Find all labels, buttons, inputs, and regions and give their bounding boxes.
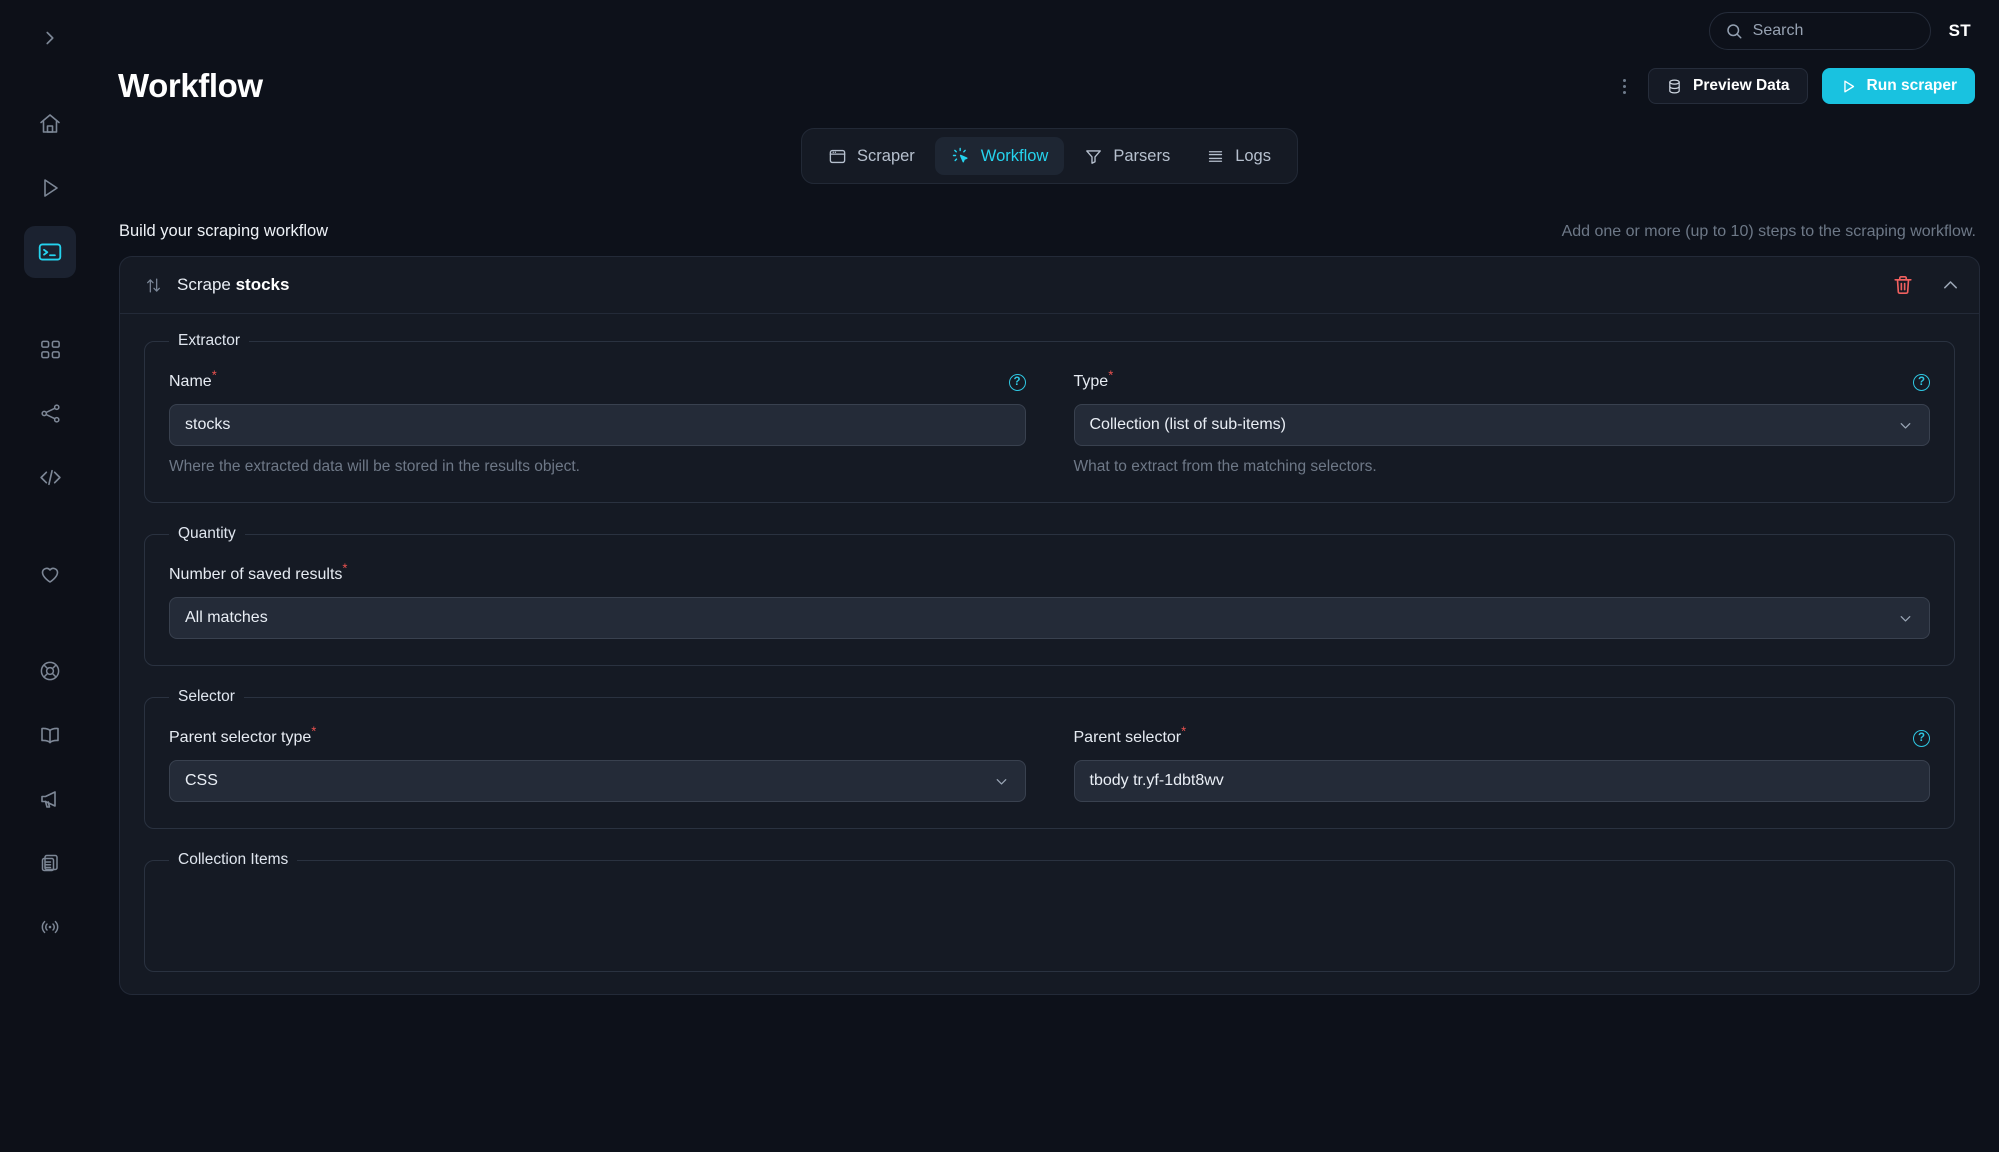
collection-items-legend: Collection Items — [178, 851, 289, 868]
play-icon — [1840, 78, 1857, 95]
tab-scraper-label: Scraper — [857, 146, 915, 165]
delete-step-icon[interactable] — [1892, 274, 1914, 296]
parent-selector-help-icon[interactable]: ? — [1913, 729, 1930, 747]
tab-parsers[interactable]: Parsers — [1068, 137, 1186, 175]
parent-selector-label: Parent selector* — [1073, 723, 1187, 746]
extractor-name-help-icon[interactable]: ? — [1008, 373, 1026, 391]
search-icon — [1725, 22, 1743, 40]
tab-workflow-label: Workflow — [980, 146, 1049, 165]
sidebar-item-api[interactable] — [24, 451, 76, 503]
app-root: Search ST Workflow Preview Data Run scra… — [0, 0, 1999, 1152]
saved-results-field: Number of saved results* All matches — [169, 560, 1930, 639]
preview-data-button[interactable]: Preview Data — [1648, 68, 1808, 104]
run-scraper-button[interactable]: Run scraper — [1821, 68, 1975, 104]
parent-selector-field: Parent selector* ? tbody tr.yf-1dbt8wv — [1073, 723, 1930, 802]
extractor-name-helper: Where the extracted data will be stored … — [169, 458, 580, 475]
search-input[interactable]: Search — [1708, 12, 1931, 50]
extractor-name-input[interactable]: stocks — [169, 404, 1026, 446]
step-header: Scrape stocks — [120, 257, 1979, 314]
preview-data-label: Preview Data — [1693, 77, 1790, 94]
extractor-legend: Extractor — [178, 332, 241, 349]
step-title-name: stocks — [235, 275, 290, 294]
tab-logs-label: Logs — [1235, 146, 1271, 165]
parent-selector-type-field: Parent selector type* CSS — [169, 723, 1026, 802]
page-header: Workflow Preview Data Run scraper — [100, 58, 1999, 114]
extractor-type-helper: What to extract from the matching select… — [1073, 458, 1377, 475]
parent-selector-type-label: Parent selector type* — [169, 723, 317, 746]
more-options-icon[interactable] — [1615, 73, 1634, 100]
search-placeholder: Search — [1752, 22, 1804, 39]
saved-results-value: All matches — [185, 609, 268, 626]
step-title: Scrape stocks — [177, 275, 289, 295]
extractor-section: Extractor Name* ? stocks Where the extra… — [144, 332, 1955, 503]
browser-icon — [828, 147, 847, 166]
selector-legend: Selector — [178, 688, 235, 705]
chevron-down-icon — [1897, 610, 1914, 627]
avatar[interactable]: ST — [1949, 21, 1977, 41]
quantity-legend: Quantity — [178, 525, 236, 542]
sidebar-item-status[interactable] — [24, 901, 76, 953]
main-area: Search ST Workflow Preview Data Run scra… — [100, 0, 1999, 1152]
step-header-actions — [1892, 274, 1961, 296]
section-header: Build your scraping workflow Add one or … — [100, 222, 1999, 241]
funnel-icon — [1084, 147, 1103, 166]
required-marker: * — [1108, 367, 1114, 383]
required-marker: * — [311, 723, 317, 739]
tab-scraper[interactable]: Scraper — [812, 137, 931, 175]
page-title: Workflow — [118, 67, 263, 104]
saved-results-label: Number of saved results* — [169, 560, 348, 583]
header-actions: Preview Data Run scraper — [1615, 68, 1975, 104]
tab-parsers-label: Parsers — [1113, 146, 1171, 165]
sidebar-item-apps[interactable] — [24, 323, 76, 375]
section-hint: Add one or more (up to 10) steps to the … — [1561, 223, 1976, 240]
click-icon — [951, 146, 971, 166]
extractor-name-label: Name* — [169, 367, 217, 390]
sidebar-item-home[interactable] — [24, 98, 76, 150]
sidebar — [0, 0, 100, 1152]
parent-selector-type-select[interactable]: CSS — [169, 760, 1026, 802]
required-marker: * — [342, 560, 348, 576]
sidebar-item-runs[interactable] — [24, 162, 76, 214]
tab-logs[interactable]: Logs — [1190, 137, 1287, 175]
collection-items-section: Collection Items — [144, 851, 1955, 972]
tab-workflow[interactable]: Workflow — [934, 137, 1065, 175]
saved-results-select[interactable]: All matches — [169, 597, 1930, 639]
sidebar-collapse-toggle[interactable] — [24, 12, 76, 64]
tab-bar: Scraper Workflow Parsers Logs — [801, 128, 1298, 184]
extractor-type-help-icon[interactable]: ? — [1913, 373, 1930, 391]
reorder-icon[interactable] — [144, 276, 163, 295]
parent-selector-type-value: CSS — [185, 772, 218, 789]
step-title-prefix: Scrape — [177, 275, 236, 294]
extractor-type-select[interactable]: Collection (list of sub-items) — [1073, 404, 1930, 446]
tab-bar-wrapper: Scraper Workflow Parsers Logs — [100, 128, 1999, 184]
database-icon — [1666, 78, 1683, 95]
run-scraper-label: Run scraper — [1866, 77, 1957, 94]
sidebar-item-integrations[interactable] — [24, 387, 76, 439]
sidebar-item-announcements[interactable] — [24, 773, 76, 825]
extractor-type-label: Type* — [1073, 367, 1114, 390]
selector-section: Selector Parent selector type* CSS Paren… — [144, 688, 1955, 829]
collapse-step-icon[interactable] — [1940, 275, 1961, 296]
workflow-step-card: Scrape stocks Extractor Name* ? stocks W… — [119, 256, 1980, 995]
sidebar-item-favorites[interactable] — [24, 548, 76, 600]
extractor-type-value: Collection (list of sub-items) — [1089, 416, 1287, 433]
sidebar-item-docs[interactable] — [24, 709, 76, 761]
top-bar: Search ST — [100, 0, 1999, 62]
chevron-down-icon — [993, 773, 1010, 790]
required-marker: * — [1181, 723, 1187, 739]
step-body: Extractor Name* ? stocks Where the extra… — [120, 314, 1979, 972]
sidebar-item-support[interactable] — [24, 645, 76, 697]
parent-selector-input[interactable]: tbody tr.yf-1dbt8wv — [1073, 760, 1930, 802]
extractor-type-field: Type* ? Collection (list of sub-items) W… — [1073, 367, 1930, 476]
lines-icon — [1206, 147, 1225, 166]
sidebar-item-scrapers[interactable] — [24, 226, 76, 278]
extractor-name-field: Name* ? stocks Where the extracted data … — [169, 367, 1026, 476]
section-title: Build your scraping workflow — [119, 222, 329, 240]
quantity-section: Quantity Number of saved results* All ma… — [144, 525, 1955, 666]
required-marker: * — [211, 367, 217, 383]
sidebar-item-clipboard[interactable] — [24, 837, 76, 889]
chevron-down-icon — [1897, 417, 1914, 434]
